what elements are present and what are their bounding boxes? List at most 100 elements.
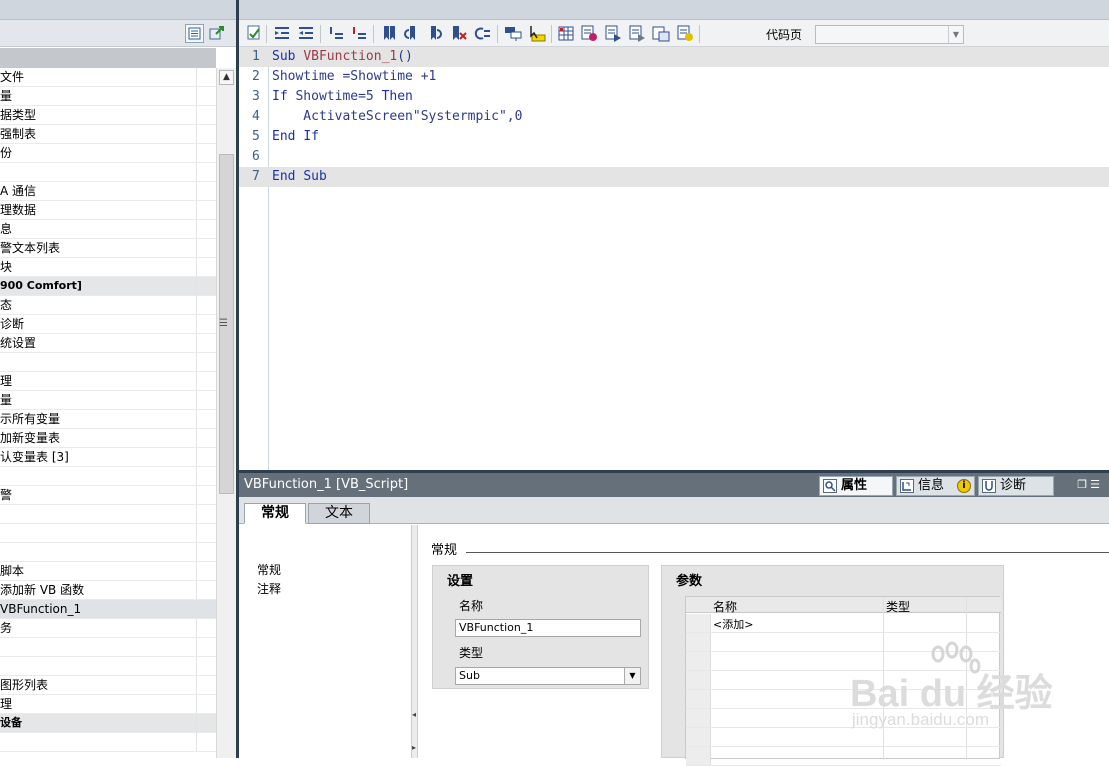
compile-icon[interactable] [245, 25, 263, 42]
export-icon[interactable] [207, 24, 226, 43]
snippet4-icon[interactable] [652, 25, 670, 42]
tree-item[interactable]: 统设置 [0, 334, 216, 353]
tree-item-label: 加新变量表 [0, 431, 61, 445]
tab-info[interactable]: 信息 i [896, 476, 975, 496]
snippet5-icon[interactable] [676, 25, 694, 42]
indent-icon[interactable] [273, 25, 291, 42]
tab-text[interactable]: 文本 [308, 503, 370, 524]
name-label: 名称 [459, 599, 484, 613]
menu-icon[interactable]: ☰ [1090, 478, 1103, 491]
snippet3-icon[interactable] [628, 25, 646, 42]
tree-item[interactable]: 警 [0, 486, 216, 505]
tree-item[interactable]: 文件 [0, 68, 216, 87]
tree-item[interactable] [0, 467, 216, 486]
tree-item[interactable]: 态 [0, 296, 216, 315]
tree-item[interactable]: 认变量表 [3] [0, 448, 216, 467]
chevron-down-icon[interactable]: ▼ [948, 26, 963, 43]
tree-item[interactable]: 添加新 VB 函数 [0, 581, 216, 600]
tree-item[interactable] [0, 733, 216, 752]
code-line[interactable]: 5 End If [239, 127, 1109, 147]
expand-right-icon[interactable]: ▸ [412, 743, 416, 752]
table-row[interactable] [686, 671, 1001, 690]
tree-item-label: 警 [0, 488, 13, 502]
settings-group: 设置 名称 VBFunction_1 类型 Sub ▼ [432, 565, 649, 689]
tree-item[interactable] [0, 638, 216, 657]
tree-item[interactable]: 900 Comfort] [0, 277, 216, 296]
details-view-icon[interactable] [185, 24, 204, 43]
chevron-down-icon[interactable]: ▼ [624, 668, 640, 684]
tab-properties[interactable]: 属性 [819, 476, 893, 496]
code-line[interactable]: 6 [239, 147, 1109, 167]
name-field[interactable]: VBFunction_1 [455, 619, 641, 637]
tree-item[interactable]: 份 [0, 144, 216, 163]
code-line[interactable]: 3 If Showtime=5 Then [239, 87, 1109, 107]
table-row[interactable] [686, 690, 1001, 709]
tree-item[interactable]: 加新变量表 [0, 429, 216, 448]
next-bookmark-icon[interactable] [426, 25, 444, 42]
tree-item[interactable]: 量 [0, 87, 216, 106]
add-param-cell[interactable]: <添加> [713, 616, 753, 632]
table-row[interactable] [686, 652, 1001, 671]
tree-item[interactable]: A 通信 [0, 182, 216, 201]
tree-item[interactable]: 设备 [0, 714, 216, 733]
tab-general[interactable]: 常规 [244, 503, 306, 524]
code-line[interactable]: 1 Sub VBFunction_1() [239, 47, 1109, 67]
goto-icon[interactable] [474, 25, 492, 42]
tree-item[interactable]: 理 [0, 372, 216, 391]
type-select[interactable]: Sub ▼ [455, 667, 641, 685]
tree-item[interactable]: 息 [0, 220, 216, 239]
table-row[interactable] [686, 747, 1001, 766]
tree-item[interactable]: 图形列表 [0, 676, 216, 695]
nav-item-general[interactable]: 常规 [257, 561, 281, 578]
tree-item[interactable] [0, 163, 216, 182]
scroll-up-icon[interactable]: ▲ [219, 70, 234, 85]
code-editor[interactable]: 1 Sub VBFunction_1() 2 Showtime =Showtime +… [239, 47, 1109, 470]
nav-item-comment[interactable]: 注释 [257, 580, 281, 597]
tree-item[interactable]: 务 [0, 619, 216, 638]
collapse-left-icon[interactable]: ◂ [412, 710, 416, 719]
object-list-icon[interactable] [504, 25, 522, 42]
tree-item[interactable]: 脚本 [0, 562, 216, 581]
tree-item[interactable]: 诊断 [0, 315, 216, 334]
code-line[interactable]: 2 Showtime =Showtime +1 [239, 67, 1109, 87]
project-tree-scrollbar[interactable]: ▲ ☰ [216, 68, 236, 758]
tree-item[interactable] [0, 543, 216, 562]
tab-diagnostics[interactable]: 诊断 [978, 476, 1054, 496]
table-row[interactable] [686, 728, 1001, 747]
highlight-icon[interactable] [528, 25, 546, 42]
comment-icon[interactable] [327, 25, 345, 42]
codepage-select[interactable]: ▼ [815, 25, 964, 44]
snippet2-icon[interactable] [604, 25, 622, 42]
bookmark-icon[interactable] [380, 25, 398, 42]
tree-item-label: 块 [0, 260, 13, 274]
table-row[interactable] [686, 709, 1001, 728]
tree-item[interactable] [0, 505, 216, 524]
tree-item[interactable]: 警文本列表 [0, 239, 216, 258]
tree-item[interactable] [0, 353, 216, 372]
tree-item[interactable]: 理 [0, 695, 216, 714]
tree-item[interactable] [0, 657, 216, 676]
tree-item[interactable]: VBFunction_1 [0, 600, 216, 619]
tree-item[interactable]: 示所有变量 [0, 410, 216, 429]
table-row[interactable]: <添加> [686, 614, 1001, 633]
tree-item[interactable]: 强制表 [0, 125, 216, 144]
tree-item-label: 份 [0, 146, 13, 160]
tree-item[interactable]: 块 [0, 258, 216, 277]
code-line[interactable]: 7 End Sub [239, 167, 1109, 187]
table-row[interactable] [686, 633, 1001, 652]
tree-item[interactable]: 理数据 [0, 201, 216, 220]
clear-bookmarks-icon[interactable] [450, 25, 468, 42]
prev-bookmark-icon[interactable] [402, 25, 420, 42]
tree-item[interactable]: 据类型 [0, 106, 216, 125]
tree-item[interactable] [0, 524, 216, 543]
outdent-icon[interactable] [297, 25, 315, 42]
grid-icon[interactable] [557, 25, 575, 42]
col-header-name: 名称 [713, 600, 738, 614]
uncomment-icon[interactable] [350, 25, 368, 42]
tree-item[interactable]: 量 [0, 391, 216, 410]
restore-icon[interactable]: ❐ [1077, 478, 1090, 491]
snippet1-icon[interactable] [580, 25, 598, 42]
nav-splitter[interactable]: ◂ ▸ [411, 525, 418, 758]
code-line[interactable]: 4 ActivateScreen"Systermpic",0 [239, 107, 1109, 127]
window-buttons[interactable]: ❐☰ [1077, 478, 1103, 491]
